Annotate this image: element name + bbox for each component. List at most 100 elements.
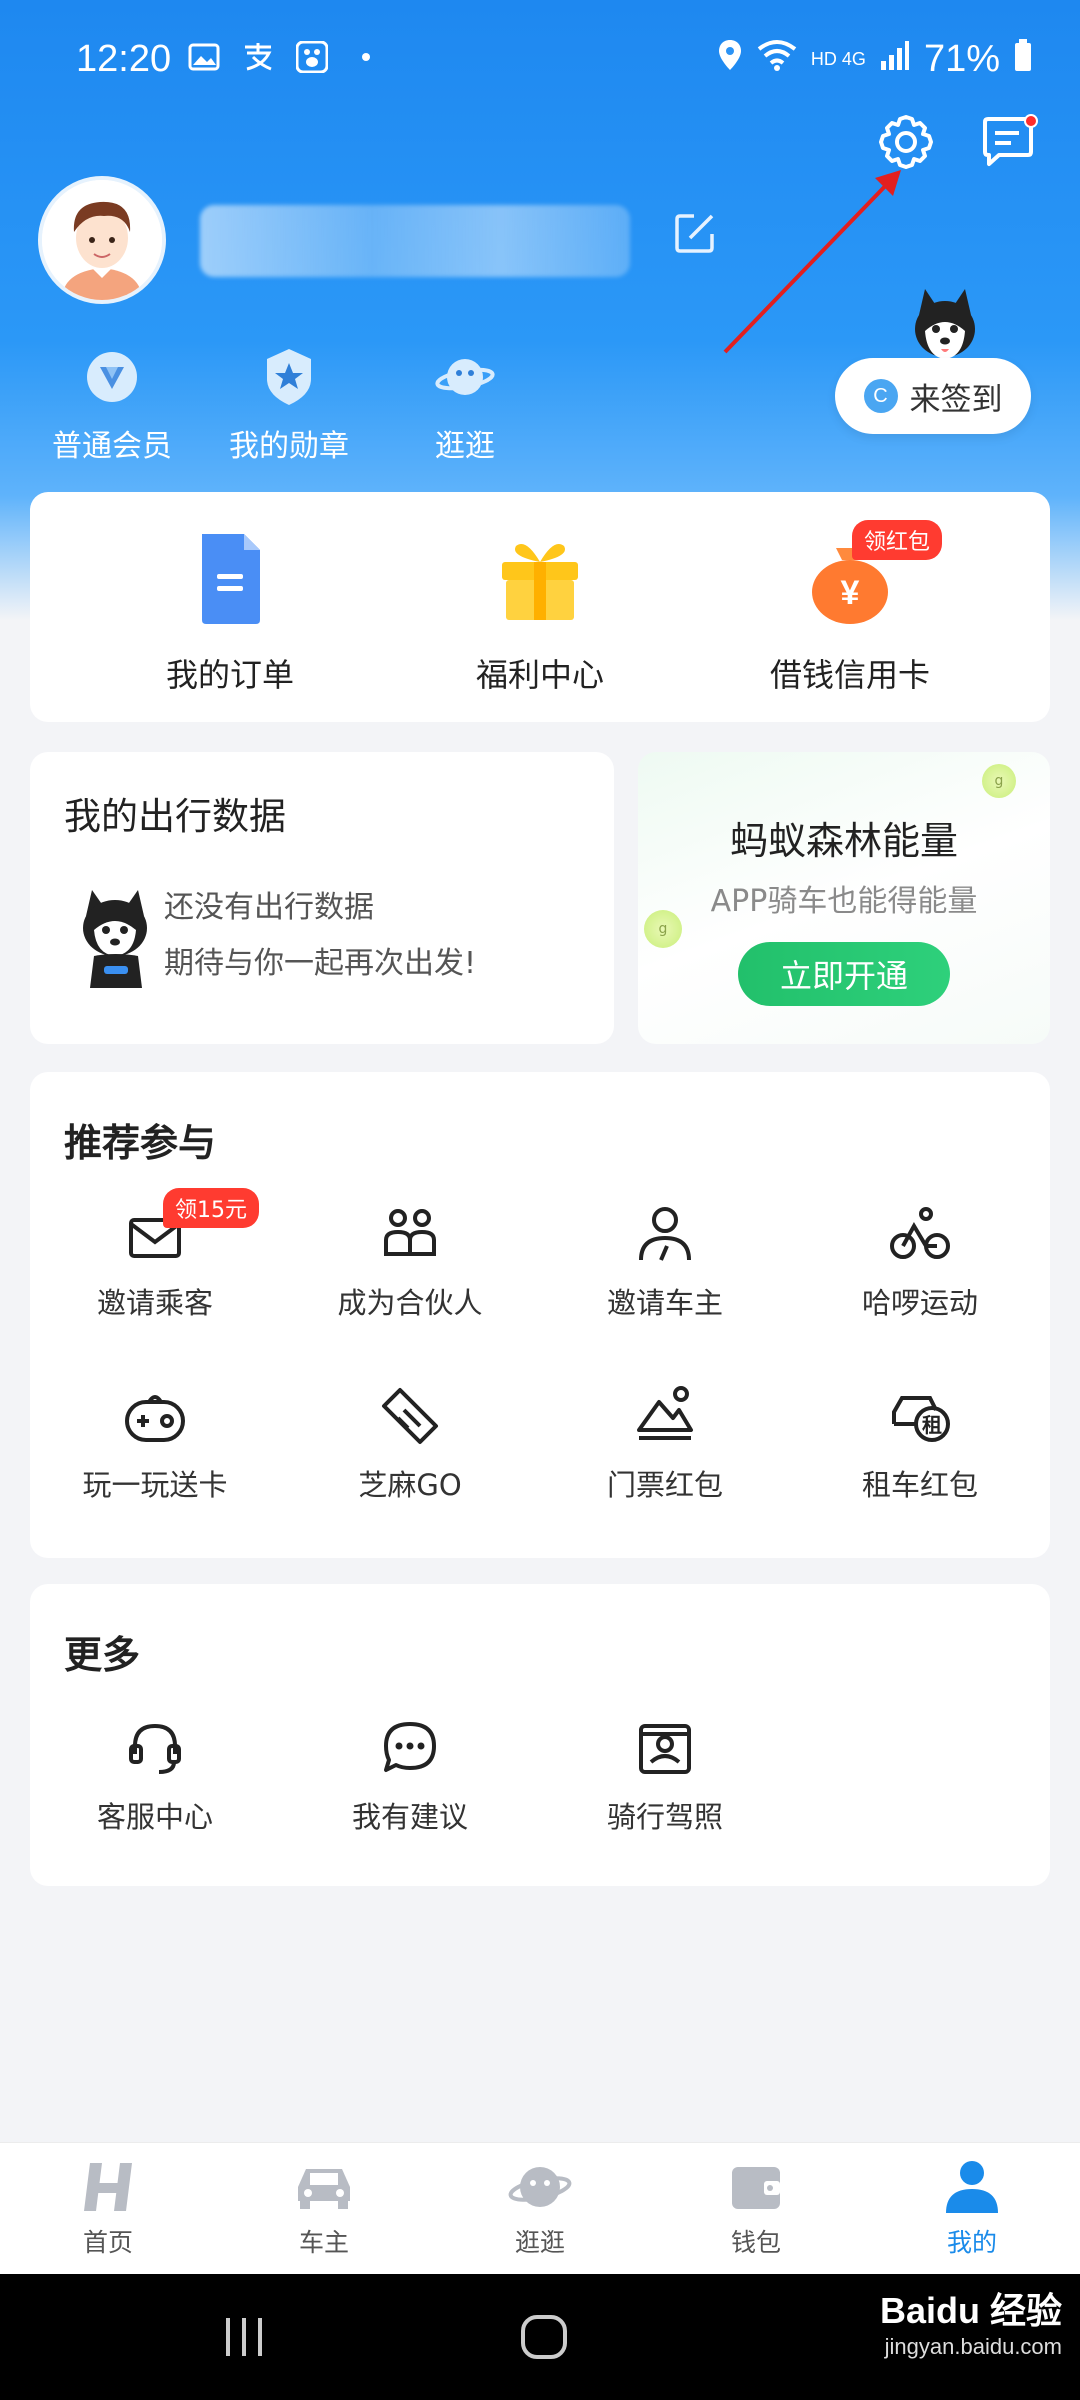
status-bar: 12:20 HD 4G 71%	[0, 30, 1080, 90]
become-partner-button[interactable]: 成为合伙人	[285, 1202, 535, 1322]
watermark-brand: Baidu 经验	[879, 2290, 1062, 2331]
travel-empty-text: 还没有出行数据	[164, 890, 374, 925]
signal-icon	[880, 39, 910, 80]
welfare-center-button[interactable]: 福利中心	[400, 528, 680, 696]
service-label: 我的订单	[165, 656, 294, 694]
main-services-card: 我的订单 福利中心 ¥ 领红包 借钱信用卡	[30, 492, 1050, 722]
tab-mine[interactable]: 我的	[864, 2157, 1080, 2259]
home-h-icon	[76, 2157, 140, 2217]
ant-forest-card[interactable]: g g 蚂蚁森林能量 APP骑车也能得能量 立即开通	[638, 752, 1050, 1044]
grid-label: 骑行驾照	[606, 1800, 723, 1834]
svg-text:¥: ¥	[841, 574, 860, 612]
gift-icon	[490, 528, 590, 628]
driver-icon	[633, 1202, 697, 1266]
scenery-icon	[633, 1384, 697, 1448]
more-card: 更多 客服中心 我有建议 骑行驾照	[30, 1584, 1050, 1886]
ticket-red-packet-button[interactable]: 门票红包	[540, 1384, 790, 1504]
medal-icon	[257, 345, 321, 409]
rent-car-red-packet-button[interactable]: 租 租车红包	[795, 1384, 1045, 1504]
invite-passenger-button[interactable]: 领15元 邀请乘客	[30, 1188, 280, 1322]
quick-link-member[interactable]: 普通会员	[22, 345, 202, 465]
coin-icon: C	[863, 379, 898, 413]
grid-label: 芝麻GO	[358, 1468, 462, 1502]
planet-icon	[433, 345, 497, 409]
money-bag-icon: ¥ 领红包	[800, 520, 943, 628]
travel-encourage-text: 期待与你一起再次出发!	[164, 946, 477, 981]
tab-home[interactable]: 首页	[0, 2157, 216, 2259]
battery-icon	[1014, 38, 1032, 81]
rent-car-icon: 租	[888, 1384, 952, 1448]
tab-car-owner[interactable]: 车主	[216, 2157, 432, 2259]
tab-label: 车主	[298, 2228, 349, 2257]
signin-label: 来签到	[909, 381, 1003, 418]
customer-service-button[interactable]: 客服中心	[30, 1716, 280, 1836]
service-label: 福利中心	[475, 656, 604, 694]
avatar[interactable]	[38, 176, 166, 304]
home-button-icon[interactable]	[514, 2312, 574, 2362]
credit-card-button[interactable]: ¥ 领红包 借钱信用卡	[710, 520, 990, 696]
location-icon	[717, 38, 743, 81]
person-icon	[940, 2157, 1004, 2217]
quick-link-medals[interactable]: 我的勋章	[199, 345, 379, 465]
hello-sports-button[interactable]: 哈啰运动	[795, 1202, 1045, 1322]
activate-now-button[interactable]: 立即开通	[738, 942, 950, 1006]
forest-title: 蚂蚁森林能量	[729, 819, 958, 863]
invite-driver-button[interactable]: 邀请车主	[540, 1202, 790, 1322]
travel-title: 我的出行数据	[64, 795, 286, 838]
partners-icon	[378, 1202, 442, 1266]
grid-label: 成为合伙人	[337, 1286, 483, 1320]
message-icon[interactable]	[976, 110, 1040, 174]
alipay-icon	[240, 40, 276, 74]
unread-dot	[1024, 114, 1038, 128]
tab-label: 钱包	[730, 2228, 781, 2257]
grid-label: 邀请乘客	[96, 1286, 213, 1320]
quick-link-label: 我的勋章	[229, 429, 349, 464]
wallet-icon	[724, 2157, 788, 2217]
envelope-icon: 领15元	[123, 1188, 259, 1266]
watermark-url: jingyan.baidu.com	[884, 2334, 1062, 2359]
grid-label: 我有建议	[351, 1800, 468, 1834]
notification-icons	[186, 40, 384, 74]
suggestion-button[interactable]: 我有建议	[285, 1716, 535, 1836]
grid-label: 哈啰运动	[861, 1286, 978, 1320]
travel-data-card[interactable]: 我的出行数据 还没有出行数据 期待与你一起再次出发!	[30, 752, 614, 1044]
energy-ball-icon: g	[982, 764, 1016, 798]
tab-label: 我的	[946, 2228, 997, 2257]
rent-char: 租	[922, 1413, 942, 1437]
bicycle-icon	[888, 1202, 952, 1266]
riding-license-button[interactable]: 骑行驾照	[540, 1716, 790, 1836]
gamepad-icon	[123, 1384, 187, 1448]
husky-mascot-icon	[905, 285, 985, 365]
paw-icon	[294, 40, 330, 74]
tab-browse[interactable]: 逛逛	[432, 2157, 648, 2259]
tab-label: 首页	[82, 2228, 133, 2257]
grid-label: 客服中心	[96, 1800, 213, 1834]
quick-link-browse[interactable]: 逛逛	[375, 345, 555, 465]
dot-icon	[348, 40, 384, 74]
grid-label: 租车红包	[861, 1468, 978, 1502]
annotation-arrow-icon	[723, 170, 901, 354]
car-icon	[292, 2157, 356, 2217]
recent-apps-icon[interactable]	[214, 2312, 274, 2362]
baidu-watermark: Baidu 经验 jingyan.baidu.com	[880, 2282, 1062, 2360]
system-status: HD 4G 71%	[717, 38, 1032, 81]
edit-profile-icon[interactable]	[672, 210, 722, 260]
order-icon	[180, 528, 280, 628]
grid-label: 门票红包	[606, 1468, 723, 1502]
quick-link-label: 普通会员	[52, 429, 172, 464]
more-title: 更多	[64, 1633, 141, 1677]
bottom-tab-bar: 首页 车主 逛逛 钱包 我的	[0, 2142, 1080, 2274]
my-orders-button[interactable]: 我的订单	[90, 528, 370, 696]
quick-link-label: 逛逛	[435, 429, 495, 464]
tab-wallet[interactable]: 钱包	[648, 2157, 864, 2259]
member-icon	[80, 345, 144, 409]
license-icon	[633, 1716, 697, 1780]
planet-icon	[508, 2157, 572, 2217]
red-packet-badge: 领红包	[852, 520, 943, 560]
zhima-go-button[interactable]: 芝麻GO	[285, 1384, 535, 1504]
signin-button[interactable]: C 来签到	[835, 358, 1031, 434]
grid-label: 玩一玩送卡	[82, 1468, 228, 1502]
play-get-card-button[interactable]: 玩一玩送卡	[30, 1384, 280, 1504]
wifi-icon	[757, 39, 797, 80]
username-masked	[200, 205, 630, 277]
